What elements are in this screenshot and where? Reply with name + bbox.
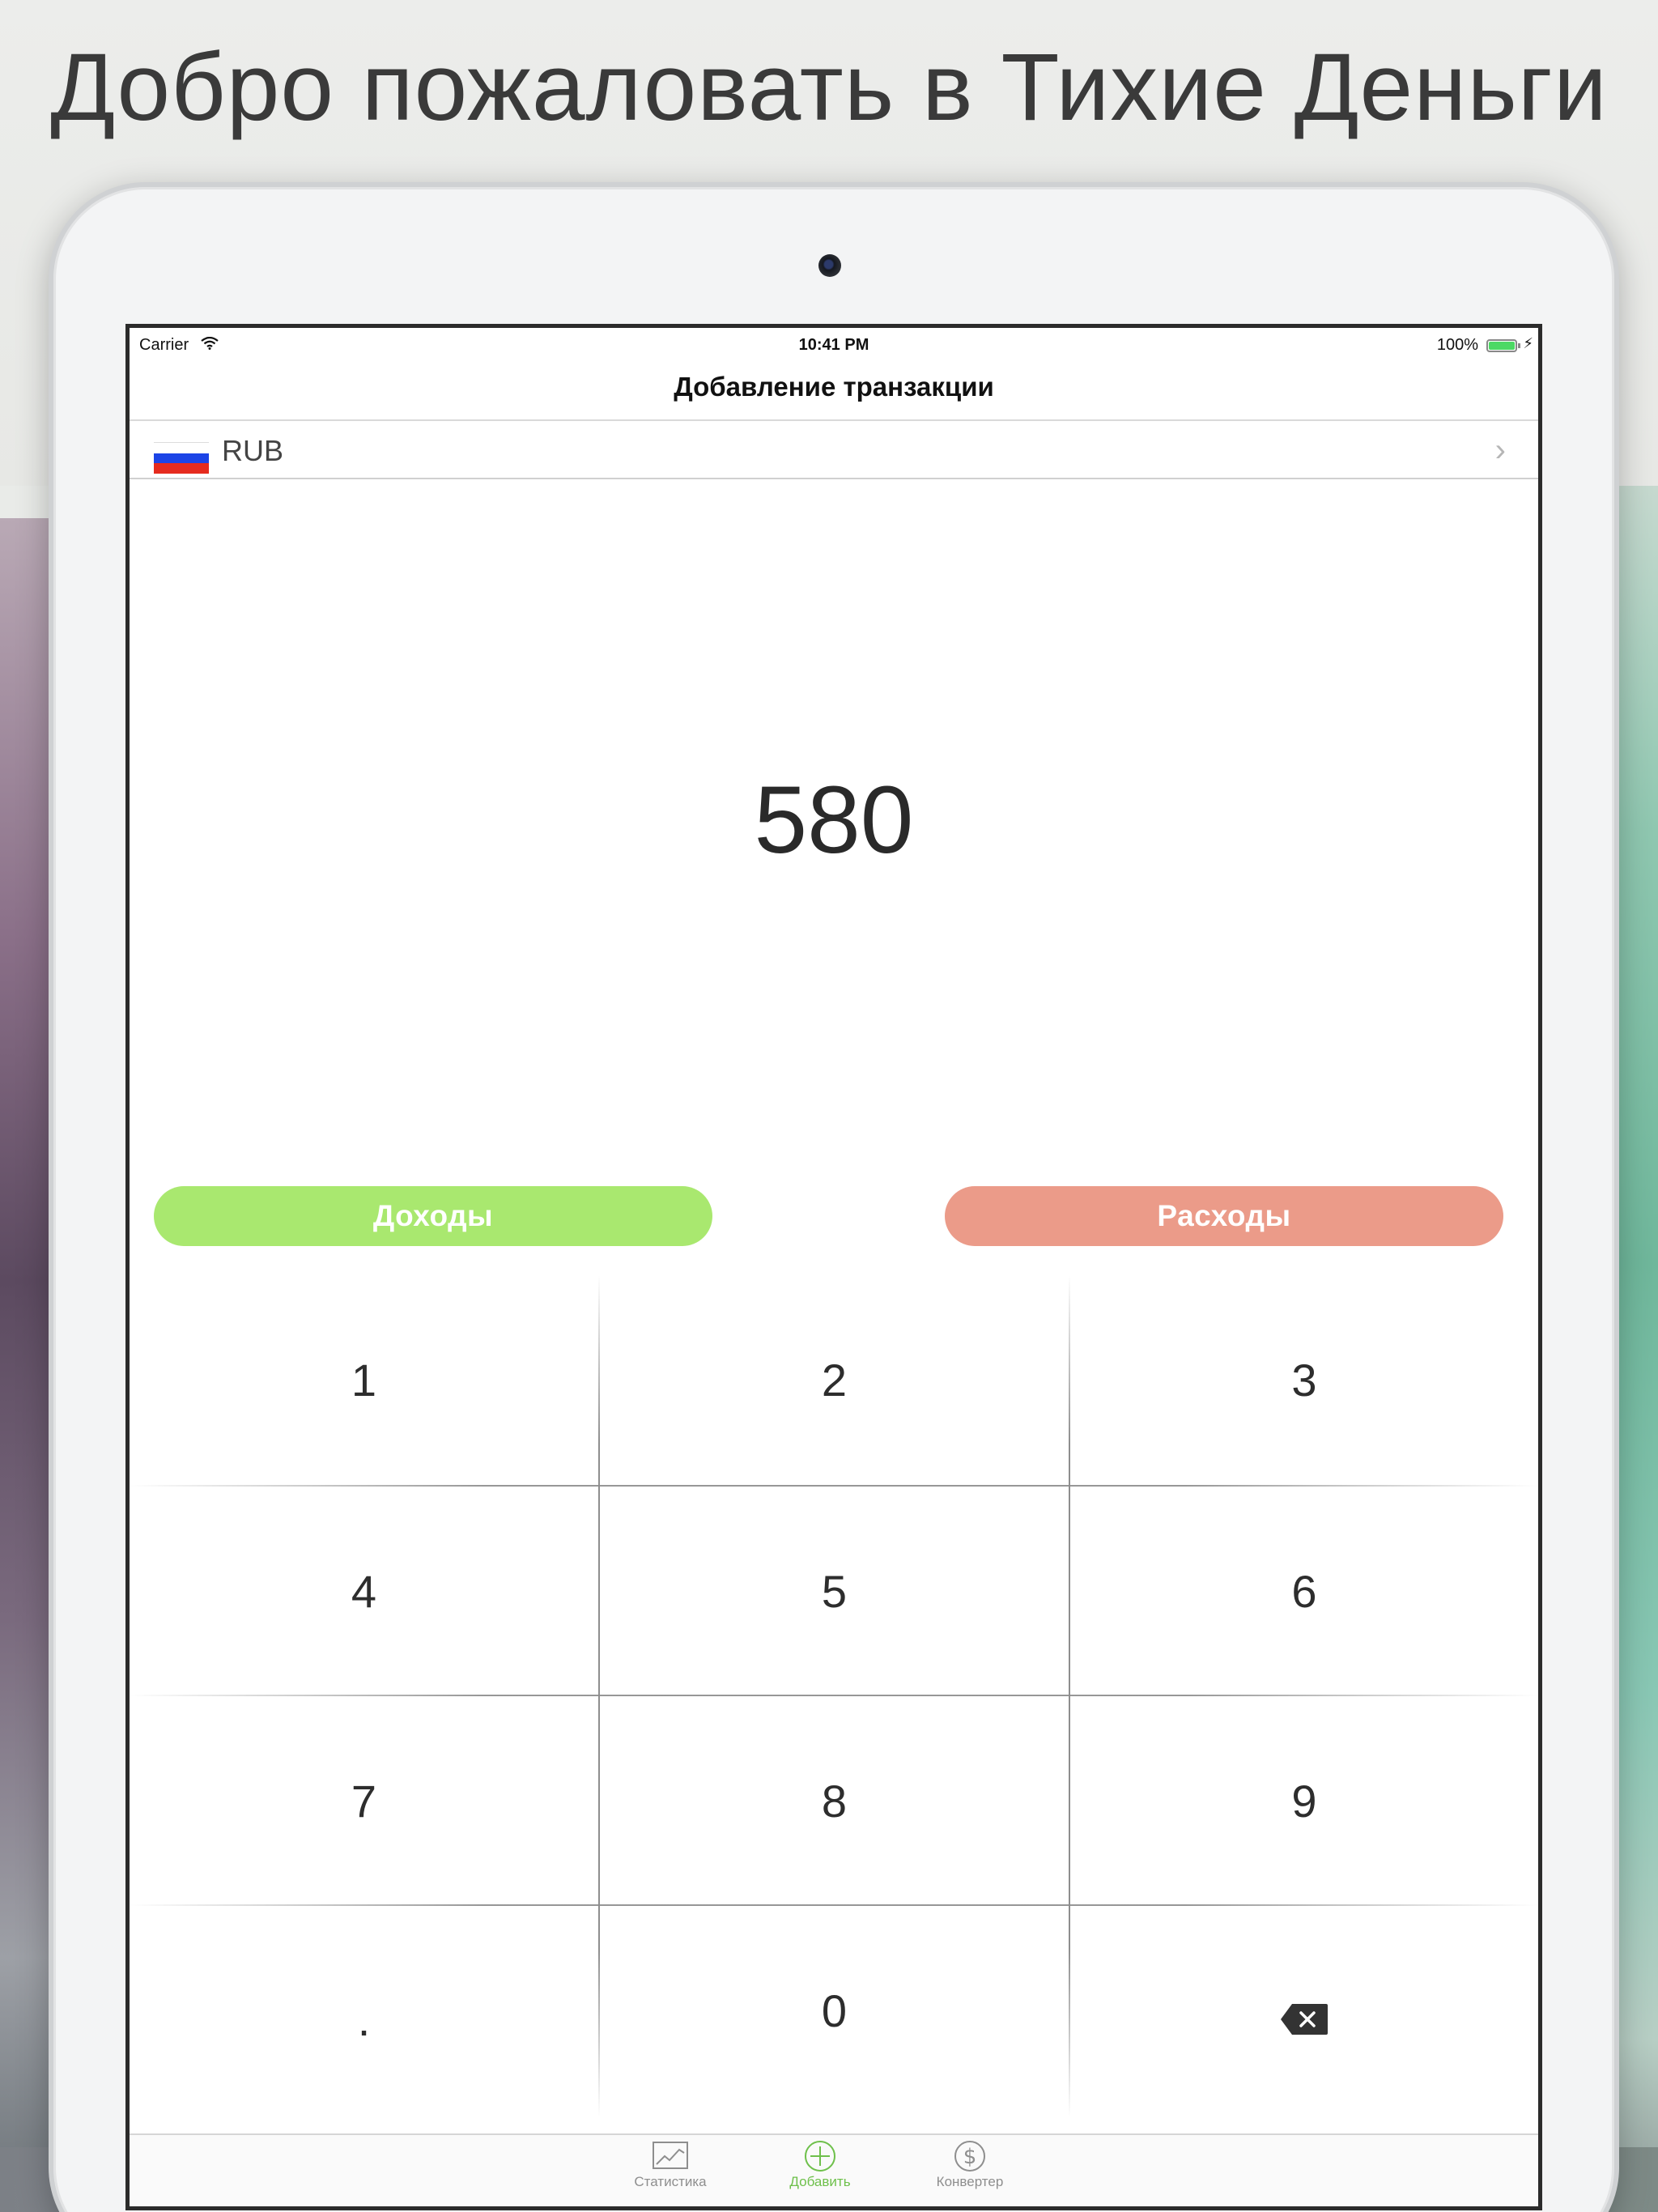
svg-text:$: $	[963, 2145, 977, 2169]
tab-label: Добавить	[789, 2174, 851, 2189]
key-0[interactable]: 0	[600, 1906, 1069, 2116]
battery-icon	[1486, 339, 1517, 352]
key-6[interactable]: 6	[1070, 1487, 1538, 1696]
income-button[interactable]: Доходы	[154, 1186, 712, 1246]
chevron-right-icon: ›	[1494, 432, 1506, 468]
russia-flag-icon	[154, 442, 209, 474]
expense-button[interactable]: Расходы	[945, 1186, 1503, 1246]
key-1[interactable]: 1	[130, 1275, 598, 1485]
app-screen: Carrier 10:41 PM 100% ⚡ Добавление транз…	[125, 324, 1542, 2210]
headline: Добро пожаловать в Тихие Деньги	[50, 34, 1608, 141]
key-5[interactable]: 5	[600, 1487, 1069, 1696]
key-decimal[interactable]: .	[130, 1906, 598, 2116]
key-7[interactable]: 7	[130, 1696, 598, 1906]
key-backspace[interactable]	[1070, 1906, 1538, 2116]
key-2[interactable]: 2	[600, 1275, 1069, 1485]
tab-label: Статистика	[634, 2174, 707, 2189]
tab-label: Конвертер	[936, 2174, 1004, 2189]
tab-statistics[interactable]: Статистика	[614, 2140, 727, 2190]
clock: 10:41 PM	[798, 336, 869, 354]
plus-circle-icon	[763, 2140, 877, 2172]
key-8[interactable]: 8	[600, 1696, 1069, 1906]
key-3[interactable]: 3	[1070, 1275, 1538, 1485]
tab-bar: Статистика Добавить $ Конвертер	[130, 2133, 1538, 2206]
tab-add[interactable]: Добавить	[763, 2140, 877, 2190]
page-title: Добавление транзакции	[674, 372, 994, 402]
currency-selector[interactable]: RUB ›	[130, 419, 1538, 479]
dollar-circle-icon: $	[913, 2140, 1027, 2172]
tab-converter[interactable]: $ Конвертер	[913, 2140, 1027, 2190]
numeric-keypad: 1 2 3 4 5 6 7 8 9 . 0	[130, 1275, 1538, 2117]
charging-bolt-icon: ⚡	[1523, 335, 1533, 351]
marketing-screenshot: Добро пожаловать в Тихие Деньги Carrier …	[0, 0, 1658, 2212]
battery-percent: 100%	[1436, 336, 1478, 354]
currency-code: RUB	[222, 434, 284, 467]
amount-display: 580	[754, 767, 914, 874]
camera-icon	[818, 254, 841, 277]
battery-tip	[1518, 343, 1520, 348]
key-4[interactable]: 4	[130, 1487, 598, 1696]
chart-icon	[614, 2140, 727, 2172]
backspace-icon	[1279, 1994, 1329, 2035]
key-9[interactable]: 9	[1070, 1696, 1538, 1906]
status-bar: Carrier 10:41 PM 100% ⚡	[130, 328, 1538, 360]
